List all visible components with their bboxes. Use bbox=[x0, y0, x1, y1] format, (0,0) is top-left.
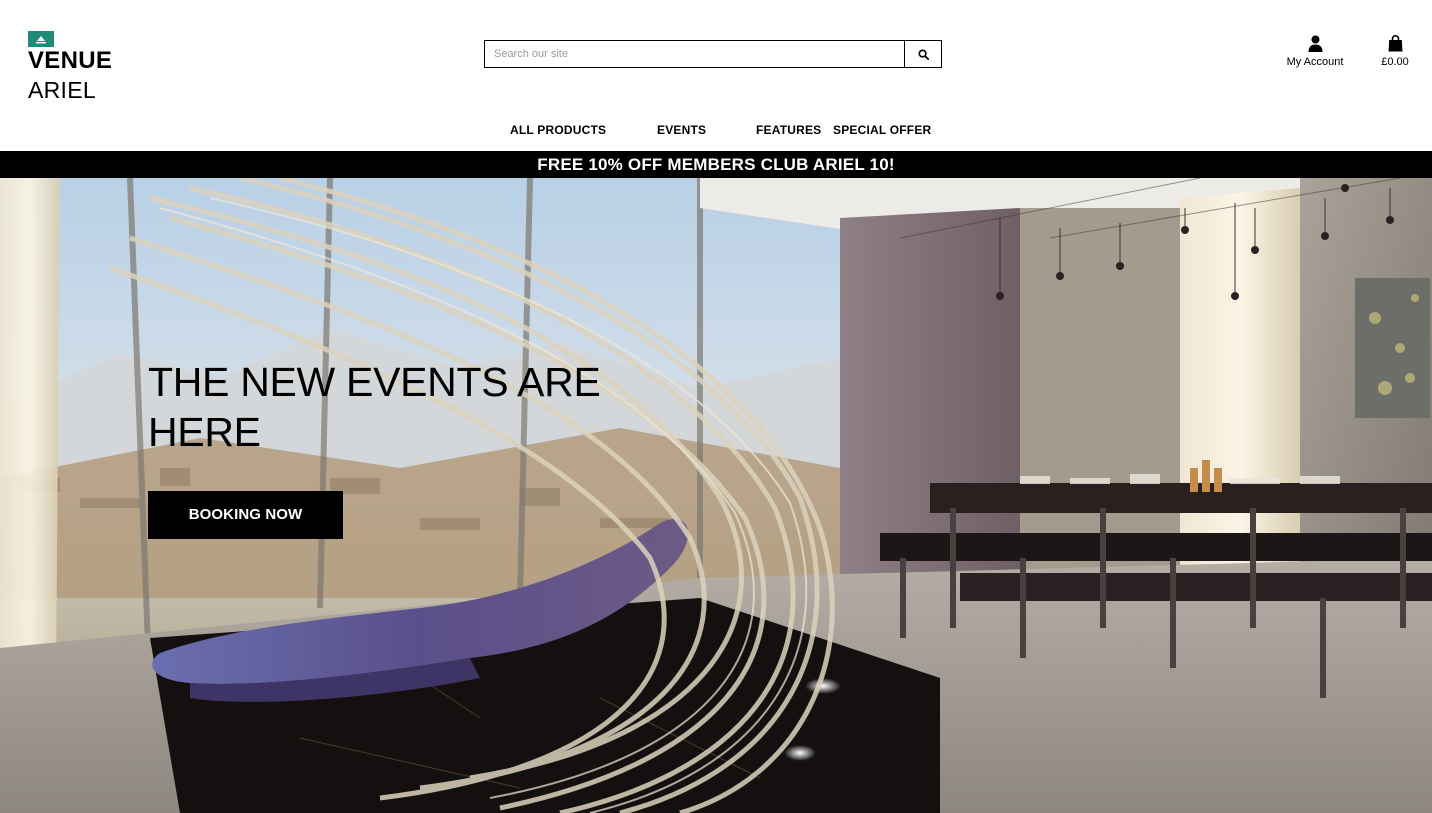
my-account-label: My Account bbox=[1286, 56, 1344, 68]
main-nav: ALL PRODUCTS EVENTS FEATURES SPECIAL OFF… bbox=[0, 120, 1432, 140]
cart-total: £0.00 bbox=[1381, 56, 1409, 68]
hero-title: THE NEW EVENTS ARE HERE bbox=[148, 359, 601, 455]
search-input[interactable] bbox=[485, 41, 904, 67]
nav-item-features[interactable]: FEATURES bbox=[756, 120, 821, 140]
user-icon bbox=[1308, 35, 1322, 52]
booking-now-button[interactable]: BOOKING NOW bbox=[148, 491, 343, 539]
shopping-bag-icon bbox=[1388, 35, 1402, 52]
logo-text-venue: VENUE bbox=[28, 47, 113, 74]
hero-section: THE NEW EVENTS ARE HERE BOOKING NOW bbox=[0, 178, 1432, 813]
nav-item-all-products[interactable]: ALL PRODUCTS bbox=[510, 120, 606, 140]
nav-item-events[interactable]: EVENTS bbox=[657, 120, 706, 140]
logo-text-ariel: ARIEL bbox=[28, 77, 96, 103]
search-icon bbox=[917, 48, 929, 60]
logo[interactable]: VENUE ARIEL bbox=[28, 31, 128, 103]
cart-link[interactable]: £0.00 bbox=[1372, 35, 1418, 71]
promo-banner[interactable]: FREE 10% OFF MEMBERS CLUB ARIEL 10! bbox=[0, 151, 1432, 178]
site-header: VENUE ARIEL My Account £0.00 bbox=[0, 0, 1432, 151]
logo-mountain-icon bbox=[28, 31, 54, 47]
my-account-link[interactable]: My Account bbox=[1278, 35, 1352, 71]
search-button[interactable] bbox=[904, 41, 941, 67]
search-bar bbox=[484, 40, 942, 68]
nav-item-special-offer[interactable]: SPECIAL OFFER bbox=[833, 120, 931, 140]
